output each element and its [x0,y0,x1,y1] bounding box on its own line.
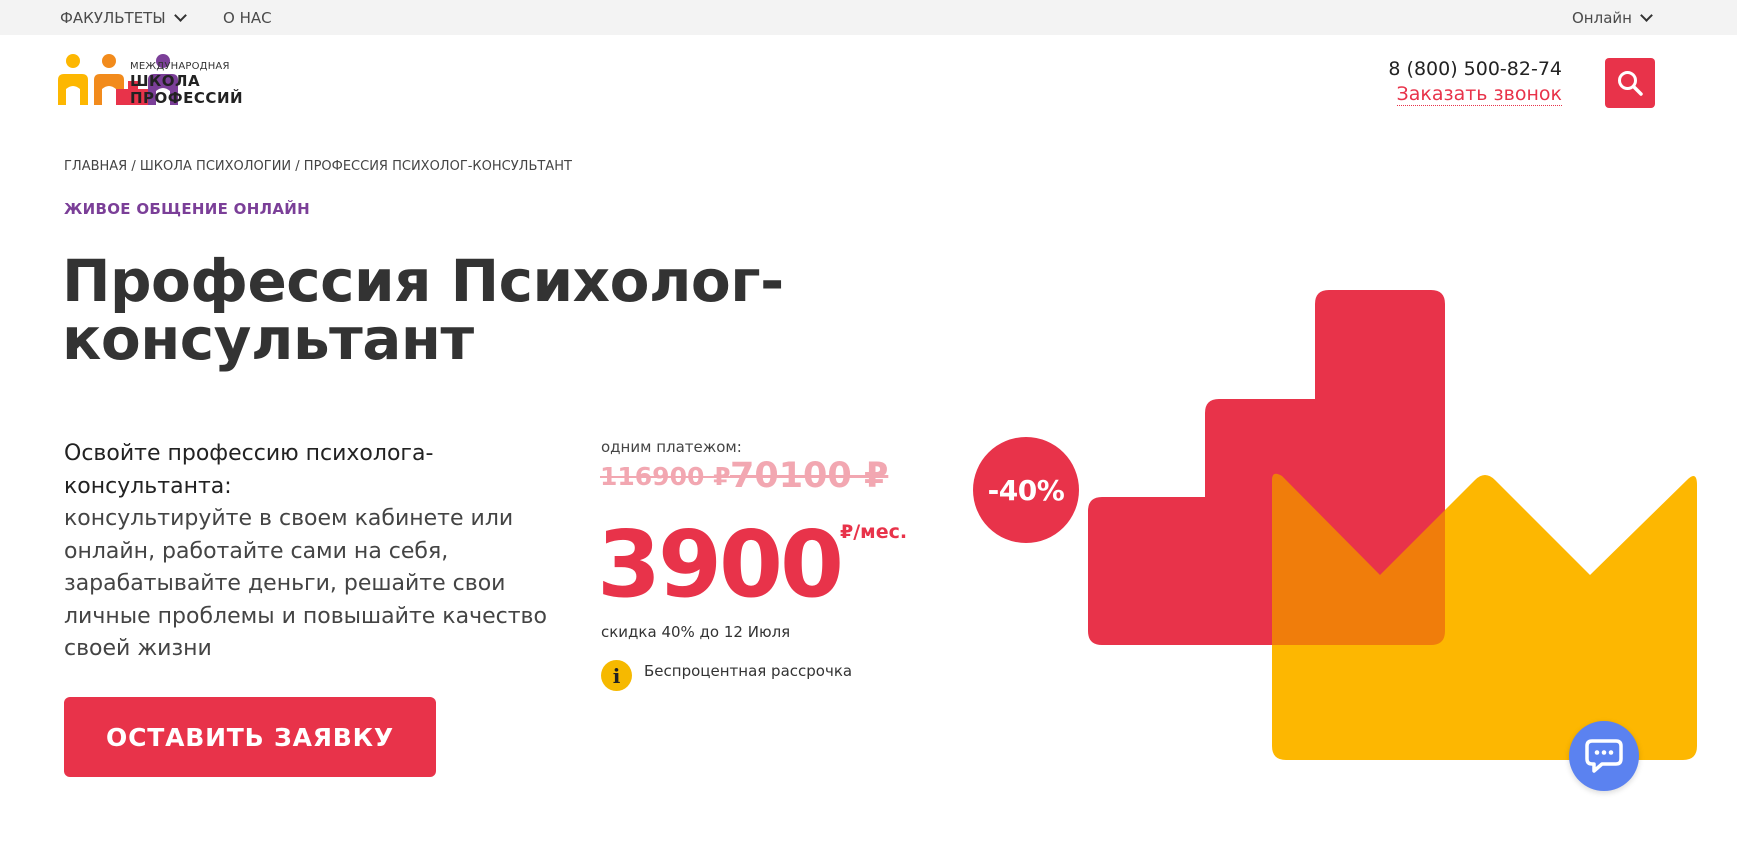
nav-about-label: О НАС [223,8,272,27]
monthly-price: 3900 [597,511,844,618]
title-line-2: консультант [62,305,474,373]
nav-faculties-label: ФАКУЛЬТЕТЫ [60,8,166,27]
discount-note: скидка 40% до 12 Июля [601,623,791,641]
chevron-down-icon [173,8,187,22]
chat-button[interactable] [1569,721,1639,791]
breadcrumb: ГЛАВНАЯ / ШКОЛА ПСИХОЛОГИИ / ПРОФЕССИЯ П… [64,159,572,174]
chat-icon [1585,739,1623,773]
breadcrumb-school[interactable]: ШКОЛА ПСИХОЛОГИИ [140,159,291,174]
payment-label: одним платежом: [601,438,742,456]
old-price-discounted: 70100 ₽ [730,456,889,496]
description-lead: Освойте профессию психолога-консультанта… [64,441,434,499]
logo-line-2: ШКОЛА [130,72,201,90]
phone-number[interactable]: 8 (800) 500-82-74 [1388,58,1562,80]
logo-line-3: ПРОФЕССИЙ [130,89,244,107]
online-dropdown[interactable]: Онлайн [1572,0,1653,35]
course-description: Освойте профессию психолога-консультанта… [64,438,574,666]
old-price-full: 116900 ₽ [600,462,731,491]
chevron-down-icon [1640,8,1653,22]
logo-line-1: МЕЖДУНАРОДНАЯ [130,61,230,72]
page-title: Профессия Психолог- консультант [62,252,822,368]
per-month-unit: ₽/мес. [840,521,908,543]
search-icon [1618,71,1643,96]
discount-badge: -40% [973,437,1079,543]
hero-illustration [1088,290,1697,760]
breadcrumb-current: ПРОФЕССИЯ ПСИХОЛОГ-КОНСУЛЬТАНТ [303,159,572,174]
callback-link[interactable]: Заказать звонок [1396,84,1562,106]
logo-text: МЕЖДУНАРОДНАЯ ШКОЛА ПРОФЕССИЙ [130,62,243,106]
description-body: консультируйте в своем кабинете или онла… [64,506,547,661]
top-bar: ФАКУЛЬТЕТЫ О НАС Онлайн [0,0,1737,35]
submit-application-button[interactable]: ОСТАВИТЬ ЗАЯВКУ [64,697,436,777]
tagline: ЖИВОЕ ОБЩЕНИЕ ОНЛАЙН [64,200,310,218]
nav-about[interactable]: О НАС [223,0,272,35]
info-icon[interactable]: i [601,660,632,691]
breadcrumb-home[interactable]: ГЛАВНАЯ [64,159,127,174]
installment-text: Беспроцентная рассрочка [644,662,853,680]
online-dropdown-label: Онлайн [1572,8,1632,27]
title-line-1: Профессия Психолог- [62,247,784,315]
search-button[interactable] [1605,58,1655,108]
nav-faculties[interactable]: ФАКУЛЬТЕТЫ [60,0,187,35]
